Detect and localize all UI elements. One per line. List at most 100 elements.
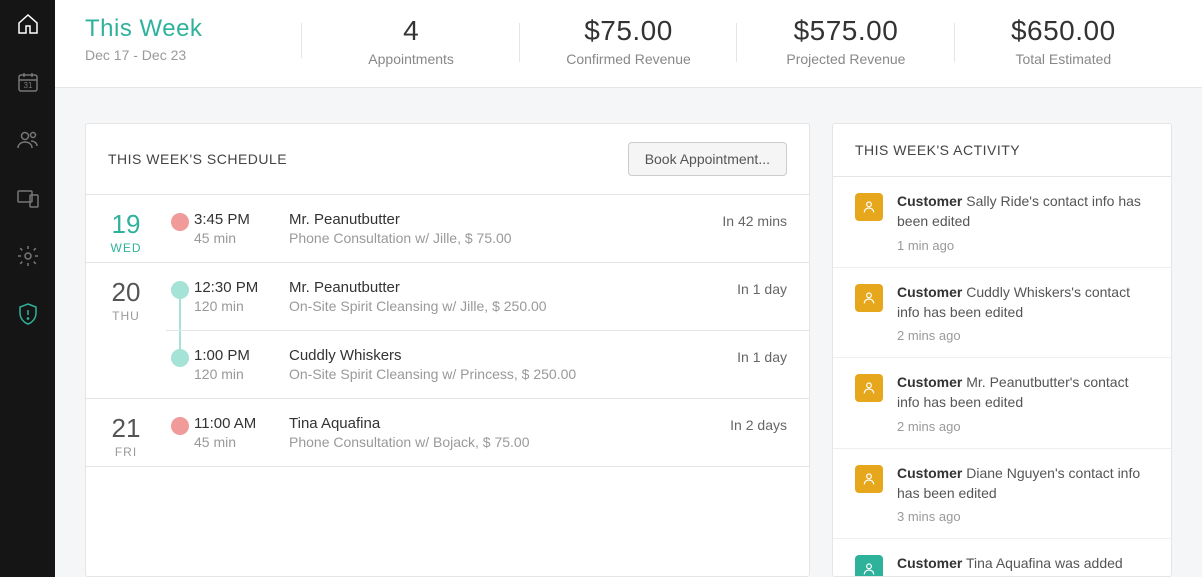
appointment-list: 11:00 AM45 minTina AquafinaPhone Consult…: [166, 399, 809, 466]
person-icon: [855, 555, 883, 576]
day-column: 20THU: [86, 263, 166, 398]
activity-time: 3 mins ago: [897, 509, 1149, 524]
stat-week: This Week Dec 17 - Dec 23: [85, 15, 302, 63]
status-dot-icon: [171, 213, 189, 231]
schedule-title: THIS WEEK'S SCHEDULE: [108, 151, 287, 167]
schedule-header: THIS WEEK'S SCHEDULE Book Appointment...: [86, 124, 809, 195]
appointment-time: 1:00 PM: [194, 347, 289, 364]
stat-total: $650.00 Total Estimated: [955, 15, 1172, 67]
appointment-customer: Mr. Peanutbutter: [289, 279, 677, 296]
appointment-description: On-Site Spirit Cleansing w/ Jille, $ 250…: [289, 298, 677, 314]
customers-icon: [16, 128, 40, 152]
appointment-eta: In 2 days: [677, 415, 787, 433]
time-column: 1:00 PM 120 min: [194, 347, 289, 382]
appointment-customer: Cuddly Whiskers: [289, 347, 677, 364]
activity-body: Customer Tina Aquafina was added5 mins a…: [897, 553, 1149, 576]
activity-item[interactable]: Customer Mr. Peanutbutter's contact info…: [833, 358, 1171, 449]
appointment-customer: Tina Aquafina: [289, 415, 677, 432]
appointment-list: 12:30 PM120 minMr. Peanutbutter On-Site S…: [166, 263, 809, 398]
status-dot-icon: [171, 281, 189, 299]
activity-body: Customer Sally Ride's contact info has b…: [897, 191, 1149, 253]
activity-text: Customer Mr. Peanutbutter's contact info…: [897, 372, 1149, 413]
day-abbr: WED: [86, 241, 166, 255]
day-number: 21: [86, 415, 166, 441]
day-column: 19 WED: [86, 195, 166, 262]
schedule-days: 19WED3:45 PM45 minMr. PeanutbutterPhone …: [86, 195, 809, 467]
time-column: 3:45 PM 45 min: [194, 211, 289, 246]
week-title: This Week: [85, 15, 302, 43]
appointment-duration: 45 min: [194, 434, 289, 450]
stat-value: $75.00: [520, 15, 737, 47]
book-appointment-button[interactable]: Book Appointment...: [628, 142, 787, 176]
nav-security[interactable]: [14, 300, 42, 328]
activity-text: Customer Sally Ride's contact info has b…: [897, 191, 1149, 232]
detail-column: Mr. Peanutbutter On-Site Spirit Cleansing…: [289, 279, 677, 314]
stat-label: Appointments: [302, 51, 519, 67]
appointment-time: 11:00 AM: [194, 415, 289, 432]
svg-text:31: 31: [23, 81, 32, 90]
appointment-time: 3:45 PM: [194, 211, 289, 228]
activity-item[interactable]: Customer Sally Ride's contact info has b…: [833, 177, 1171, 268]
status-dot-icon: [171, 349, 189, 367]
stat-label: Projected Revenue: [737, 51, 954, 67]
day-abbr: FRI: [86, 445, 166, 459]
appointment-row[interactable]: 3:45 PM45 minMr. PeanutbutterPhone Consu…: [166, 195, 809, 262]
content-row: THIS WEEK'S SCHEDULE Book Appointment...…: [55, 88, 1202, 577]
appointment-row[interactable]: 11:00 AM45 minTina AquafinaPhone Consult…: [166, 399, 809, 466]
stats-bar: This Week Dec 17 - Dec 23 4 Appointments…: [55, 0, 1202, 88]
stat-confirmed: $75.00 Confirmed Revenue: [520, 15, 737, 67]
shield-alert-icon: [16, 302, 40, 326]
main: This Week Dec 17 - Dec 23 4 Appointments…: [55, 0, 1202, 577]
appointment-row[interactable]: 1:00 PM 120 minCuddly WhiskersOn-Site Spi…: [166, 330, 809, 398]
status-dot-col: [166, 415, 194, 435]
stat-value: 4: [302, 15, 519, 47]
activity-list: Customer Sally Ride's contact info has b…: [833, 177, 1171, 576]
activity-item[interactable]: Customer Tina Aquafina was added5 mins a…: [833, 539, 1171, 576]
person-icon: [855, 193, 883, 221]
nav-calendar[interactable]: 31: [14, 68, 42, 96]
person-icon: [855, 374, 883, 402]
day-number: 19: [86, 211, 166, 237]
appointment-duration: 120 min: [194, 298, 289, 314]
day-group: 21FRI11:00 AM45 minTina AquafinaPhone Co…: [86, 399, 809, 467]
person-icon: [855, 284, 883, 312]
activity-time: 1 min ago: [897, 238, 1149, 253]
detail-column: Cuddly WhiskersOn-Site Spirit Cleansing …: [289, 347, 677, 382]
activity-title: THIS WEEK'S ACTIVITY: [855, 142, 1020, 158]
appointment-duration: 45 min: [194, 230, 289, 246]
schedule-panel: THIS WEEK'S SCHEDULE Book Appointment...…: [85, 123, 810, 577]
activity-item[interactable]: Customer Cuddly Whiskers's contact info …: [833, 268, 1171, 359]
home-icon: [16, 12, 40, 36]
gear-icon: [16, 244, 40, 268]
activity-panel: THIS WEEK'S ACTIVITY Customer Sally Ride…: [832, 123, 1172, 577]
appointment-row[interactable]: 12:30 PM120 minMr. Peanutbutter On-Site S…: [166, 263, 809, 330]
day-group: 20THU 12:30 PM120 minMr. Peanutbutter On-S…: [86, 263, 809, 399]
nav-home[interactable]: [14, 10, 42, 38]
status-dot-col: [166, 279, 194, 299]
day-group: 19WED3:45 PM45 minMr. PeanutbutterPhone …: [86, 195, 809, 263]
stat-value: $575.00: [737, 15, 954, 47]
appointment-duration: 120 min: [194, 366, 289, 382]
time-column: 12:30 PM120 min: [194, 279, 289, 314]
stat-label: Total Estimated: [955, 51, 1172, 67]
status-dot-col: [166, 347, 194, 367]
stat-label: Confirmed Revenue: [520, 51, 737, 67]
activity-item[interactable]: Customer Diane Nguyen's contact info has…: [833, 449, 1171, 540]
appointment-customer: Mr. Peanutbutter: [289, 211, 677, 228]
person-icon: [855, 465, 883, 493]
nav-devices[interactable]: [14, 184, 42, 212]
activity-text: Customer Diane Nguyen's contact info has…: [897, 463, 1149, 504]
activity-body: Customer Mr. Peanutbutter's contact info…: [897, 372, 1149, 434]
stat-value: $650.00: [955, 15, 1172, 47]
appointment-eta: In 42 mins: [677, 211, 787, 229]
status-dot-icon: [171, 417, 189, 435]
appointment-eta: In 1 day: [677, 279, 787, 297]
activity-header: THIS WEEK'S ACTIVITY: [833, 124, 1171, 177]
activity-text: Customer Tina Aquafina was added: [897, 553, 1149, 573]
calendar-icon: 31: [16, 70, 40, 94]
stat-projected: $575.00 Projected Revenue: [737, 15, 954, 67]
nav-settings[interactable]: [14, 242, 42, 270]
day-column: 21 FRI: [86, 399, 166, 466]
nav-customers[interactable]: [14, 126, 42, 154]
activity-text: Customer Cuddly Whiskers's contact info …: [897, 282, 1149, 323]
